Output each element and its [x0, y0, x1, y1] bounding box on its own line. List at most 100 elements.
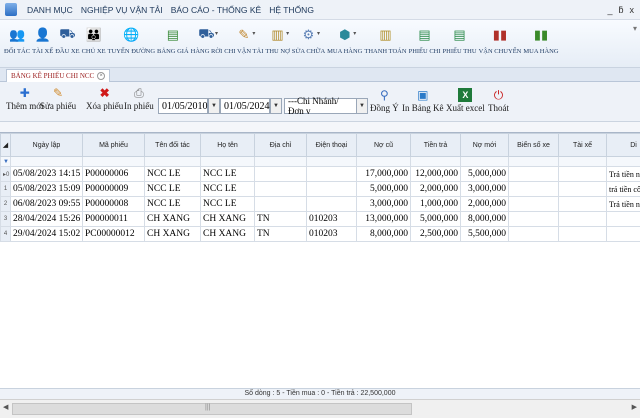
- cell-nợ-mới[interactable]: 5,500,000: [460, 226, 509, 242]
- ribbon-button-6[interactable]: ⛟ ▾ HÀNG RỜI: [191, 20, 223, 55]
- branch-select[interactable]: ---Chi Nhánh/Đơn v: [284, 96, 358, 116]
- ribbon-button-4[interactable]: 🌐 TUYẾN ĐƯỜNG: [108, 20, 155, 55]
- ribbon-button-1[interactable]: 👤 TÀI XẾ: [32, 20, 53, 55]
- cell-tên-đối-tác[interactable]: NCC LE: [144, 196, 201, 212]
- ribbon-button-2[interactable]: ⛟ ĐẦU XE: [55, 20, 79, 55]
- ribbon-button-0[interactable]: 👥 ĐỐI TÁC: [4, 20, 30, 55]
- scroll-left-icon[interactable]: ◀: [3, 403, 8, 411]
- cell-họ-tên[interactable]: NCC LE: [200, 181, 255, 197]
- table-row[interactable]: 4 29/04/2024 15:02 PC00000012 CH XANG CH XAN…: [0, 226, 640, 242]
- table-row[interactable]: 1 05/08/2023 15:09 P00000009 NCC LE NCC LE 5,…: [0, 181, 640, 197]
- cell-họ-tên[interactable]: CH XANG: [200, 226, 255, 242]
- cell-mã-phiếu[interactable]: PC00000012: [82, 226, 145, 242]
- to-date-dropdown-icon[interactable]: ▼: [270, 98, 282, 114]
- cell-họ-tên[interactable]: NCC LE: [200, 196, 255, 212]
- tab-close-icon[interactable]: ×: [97, 72, 106, 80]
- cell-điện-thoại[interactable]: [306, 166, 357, 182]
- corner-cell[interactable]: ◢: [0, 133, 11, 157]
- add-button[interactable]: ✚ Thêm mới: [6, 86, 44, 111]
- cell-tên-đối-tác[interactable]: NCC LE: [144, 181, 201, 197]
- cell-nợ-mới[interactable]: 5,000,000: [460, 166, 509, 182]
- ribbon-scroll-icon[interactable]: ▾: [633, 24, 637, 33]
- cell-di[interactable]: trả tiền công nợ: [606, 181, 640, 197]
- cell-tài-xế[interactable]: [558, 226, 607, 242]
- cell-tên-đối-tác[interactable]: CH XANG: [144, 211, 201, 227]
- menu-danh-muc[interactable]: DANH MỤC: [23, 5, 77, 15]
- cell-biển-số-xe[interactable]: [508, 166, 559, 182]
- ribbon-button-5[interactable]: ▤ BẢNG GIÁ: [157, 20, 189, 55]
- cell-tài-xế[interactable]: [558, 196, 607, 212]
- cell-biển-số-xe[interactable]: [508, 211, 559, 227]
- table-row[interactable]: ▸0 05/08/2023 14:15 P00000006 NCC LE NCC LE 1…: [0, 166, 640, 182]
- cell-biển-số-xe[interactable]: [508, 181, 559, 197]
- cell-nợ-cũ[interactable]: 5,000,000: [356, 181, 411, 197]
- ribbon-button-10[interactable]: ⬢ ▾ MUA HÀNG: [327, 20, 362, 55]
- ribbon-button-3[interactable]: 👪 CHỦ XE: [82, 20, 106, 55]
- cell-nợ-cũ[interactable]: 3,000,000: [356, 196, 411, 212]
- filter-row[interactable]: ▼: [0, 156, 640, 167]
- cell-tài-xế[interactable]: [558, 181, 607, 197]
- branch-dropdown-icon[interactable]: ▼: [356, 98, 368, 114]
- scroll-right-icon[interactable]: ▶: [632, 403, 637, 411]
- ribbon-button-11[interactable]: ▥ THANH TOÁN: [364, 20, 406, 55]
- column-header[interactable]: Di: [606, 133, 640, 157]
- cell-họ-tên[interactable]: CH XANG: [200, 211, 255, 227]
- cell-địa-chỉ[interactable]: TN: [254, 226, 307, 242]
- cell-địa-chỉ[interactable]: [254, 181, 307, 197]
- horizontal-scrollbar[interactable]: ◀ ||| ▶: [0, 399, 640, 418]
- cell-di[interactable]: Trả tiền nợ: [606, 166, 640, 182]
- menu-nghiep-vu[interactable]: NGHIỆP VỤ VẬN TẢI: [77, 5, 167, 15]
- column-header[interactable]: Tên đối tác: [144, 133, 201, 157]
- cell-địa-chỉ[interactable]: TN: [254, 211, 307, 227]
- cell-điện-thoại[interactable]: 010203: [306, 226, 357, 242]
- ribbon-button-14[interactable]: ▮▮ VẬN CHUYỂN: [479, 20, 522, 55]
- cell-biển-số-xe[interactable]: [508, 226, 559, 242]
- menu-he-thong[interactable]: HỆ THỐNG: [265, 5, 318, 15]
- column-header[interactable]: Ngày lập: [10, 133, 83, 157]
- delete-button[interactable]: ✖ Xóa phiếu: [86, 86, 123, 111]
- cell-di[interactable]: Trả tiền nợ: [606, 196, 640, 212]
- menu-bao-cao[interactable]: BÁO CÁO - THỐNG KÊ: [167, 5, 266, 15]
- cell-nợ-mới[interactable]: 3,000,000: [460, 181, 509, 197]
- cell-mã-phiếu[interactable]: P00000011: [82, 211, 145, 227]
- agree-button[interactable]: ⚲ Đồng Ý: [370, 88, 399, 113]
- cell-nợ-mới[interactable]: 8,000,000: [460, 211, 509, 227]
- column-header[interactable]: Mã phiếu: [82, 133, 145, 157]
- cell-tiền-trả[interactable]: 5,000,000: [410, 211, 461, 227]
- column-header[interactable]: Điện thoại: [306, 133, 357, 157]
- cell-ngày-lập[interactable]: 29/04/2024 15:02: [10, 226, 83, 242]
- cell-tiền-trả[interactable]: 2,500,000: [410, 226, 461, 242]
- column-header[interactable]: Nợ cũ: [356, 133, 411, 157]
- from-date-dropdown-icon[interactable]: ▼: [208, 98, 220, 114]
- cell-nợ-cũ[interactable]: 13,000,000: [356, 211, 411, 227]
- cell-ngày-lập[interactable]: 05/08/2023 14:15: [10, 166, 83, 182]
- ribbon-button-12[interactable]: ▤ PHIẾU CHI: [409, 20, 441, 55]
- cell-điện-thoại[interactable]: [306, 196, 357, 212]
- cell-điện-thoại[interactable]: [306, 181, 357, 197]
- cell-mã-phiếu[interactable]: P00000006: [82, 166, 145, 182]
- cell-biển-số-xe[interactable]: [508, 196, 559, 212]
- ribbon-button-8[interactable]: ▥ ▾ THU NỢ: [265, 20, 289, 55]
- cell-địa-chỉ[interactable]: [254, 166, 307, 182]
- column-header[interactable]: Tiền trả: [410, 133, 461, 157]
- from-date-input[interactable]: 01/05/2010: [158, 98, 208, 114]
- row-indicator[interactable]: ▸0: [0, 166, 11, 182]
- cell-tài-xế[interactable]: [558, 166, 607, 182]
- cell-tên-đối-tác[interactable]: NCC LE: [144, 166, 201, 182]
- cell-nợ-cũ[interactable]: 8,000,000: [356, 226, 411, 242]
- cell-điện-thoại[interactable]: 010203: [306, 211, 357, 227]
- tab-bang-ke-phieu-chi[interactable]: BẢNG KÊ PHIẾU CHI NCC ×: [6, 69, 111, 82]
- restore-button[interactable]: ƃ: [618, 5, 623, 15]
- cell-nợ-cũ[interactable]: 17,000,000: [356, 166, 411, 182]
- row-indicator[interactable]: 1: [0, 181, 11, 197]
- table-row[interactable]: 2 06/08/2023 09:55 P00000008 NCC LE NCC LE 3,…: [0, 196, 640, 212]
- row-indicator[interactable]: 4: [0, 226, 11, 242]
- cell-tên-đối-tác[interactable]: CH XANG: [144, 226, 201, 242]
- cell-tiền-trả[interactable]: 1,000,000: [410, 196, 461, 212]
- cell-di[interactable]: [606, 226, 640, 242]
- cell-ngày-lập[interactable]: 05/08/2023 15:09: [10, 181, 83, 197]
- edit-button[interactable]: ✎ Sửa phiếu: [40, 86, 76, 111]
- column-header[interactable]: Địa chỉ: [254, 133, 307, 157]
- cell-tiền-trả[interactable]: 2,000,000: [410, 181, 461, 197]
- column-header[interactable]: Tài xế: [558, 133, 607, 157]
